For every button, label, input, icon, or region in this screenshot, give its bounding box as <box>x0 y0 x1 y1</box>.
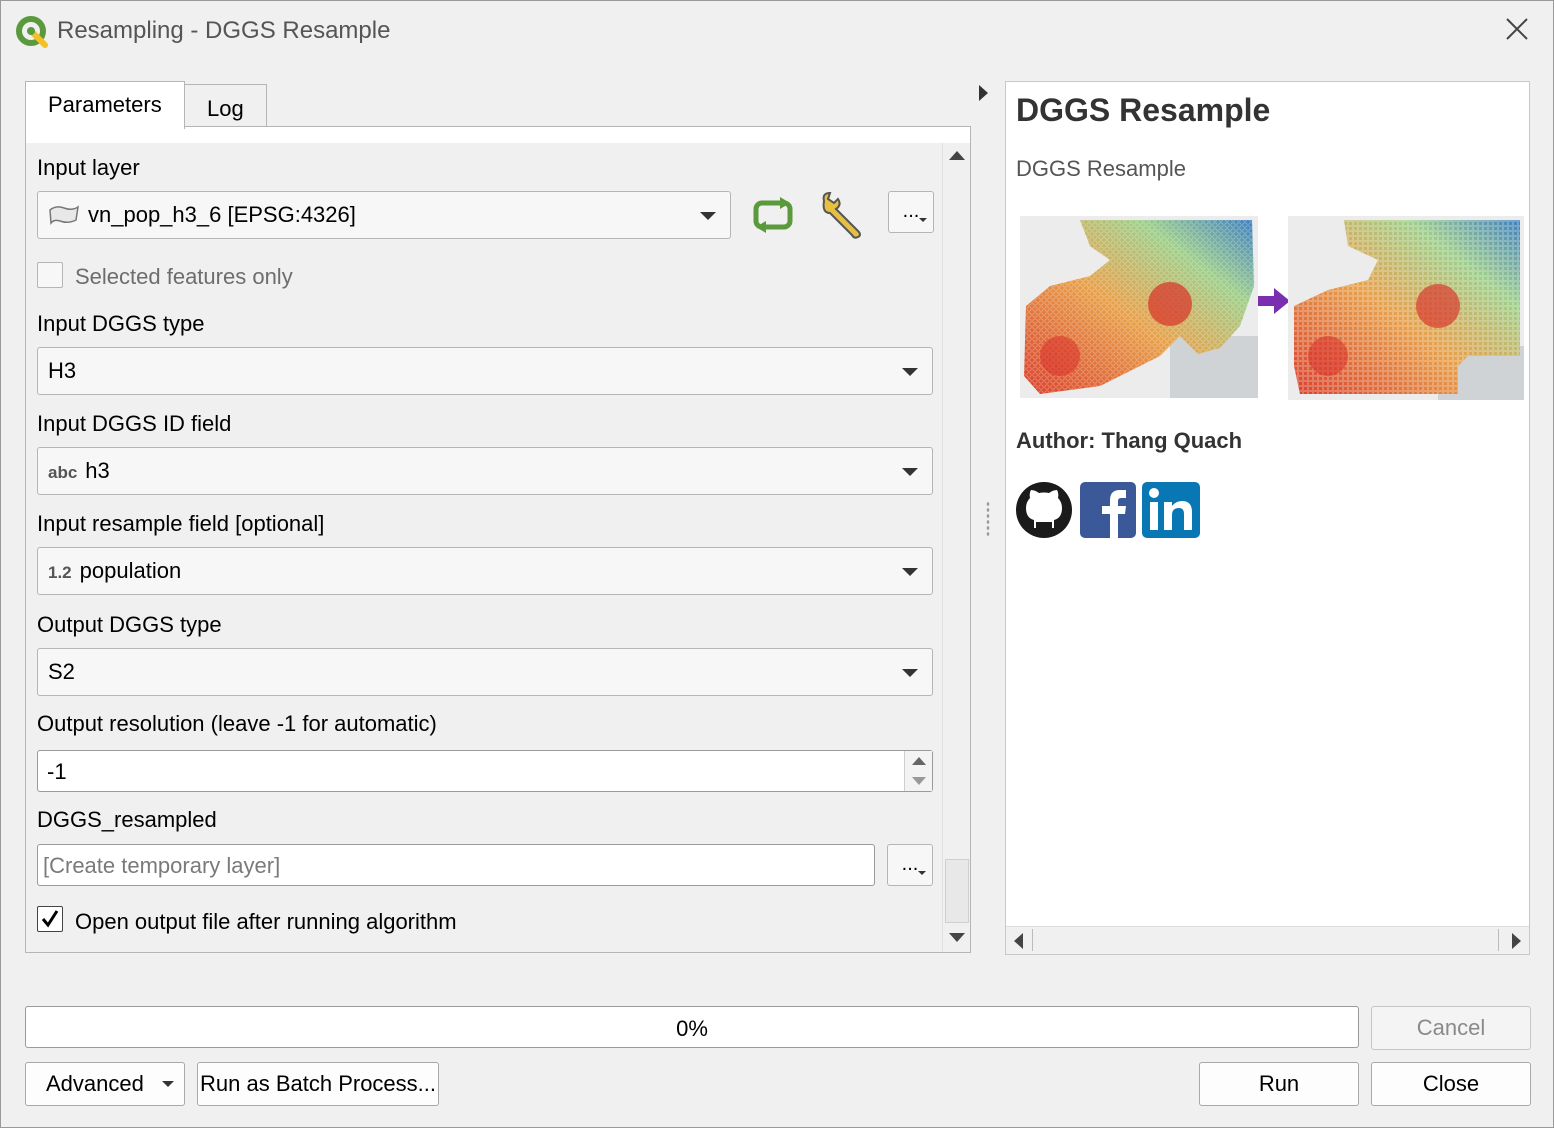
input-dggs-id-field-value: h3 <box>85 458 110 483</box>
text-field-type-icon: abc <box>48 463 78 482</box>
window-title: Resampling - DGGS Resample <box>57 17 391 44</box>
wrench-icon[interactable] <box>818 191 870 241</box>
input-layer-combo[interactable]: vn_pop_h3_6 [EPSG:4326] <box>37 191 731 239</box>
tab-parameters[interactable]: Parameters <box>25 81 185 129</box>
input-resample-field-combo[interactable]: 1.2 population <box>37 547 933 595</box>
parameters-vertical-scrollbar[interactable] <box>942 143 970 952</box>
chevron-down-icon <box>700 212 716 220</box>
advanced-dropdown[interactable] <box>154 1063 184 1105</box>
progress-text: 0% <box>676 1016 708 1041</box>
selected-features-label: Selected features only <box>75 264 293 289</box>
input-resample-field-value: population <box>79 558 182 583</box>
hex-map-after-image <box>1288 216 1524 400</box>
input-resample-field-label: Input resample field [optional] <box>37 511 325 536</box>
run-batch-button[interactable]: Run as Batch Process... <box>197 1062 439 1106</box>
input-dggs-id-field-combo[interactable]: abc h3 <box>37 447 933 495</box>
collapse-help-icon[interactable] <box>979 85 988 101</box>
input-dggs-id-field-value-wrap: abc h3 <box>48 458 110 484</box>
help-horizontal-scrollbar[interactable] <box>1006 926 1529 954</box>
hex-map-before-image <box>1020 216 1258 398</box>
help-subtitle: DGGS Resample <box>1016 156 1186 181</box>
title-bar: Resampling - DGGS Resample <box>1 1 1553 61</box>
chevron-down-icon <box>162 1081 174 1087</box>
close-button-label: Close <box>1422 1071 1480 1096</box>
output-browse-label: ... <box>901 853 919 875</box>
scroll-up-icon[interactable] <box>949 151 965 160</box>
help-author: Author: Thang Quach <box>1016 428 1243 453</box>
output-resolution-value: -1 <box>47 759 67 784</box>
scroll-right-icon[interactable] <box>1512 933 1521 949</box>
progress-bar: 0% <box>25 1006 1359 1048</box>
chevron-down-icon <box>918 871 926 875</box>
cancel-button-label: Cancel <box>1416 1015 1486 1040</box>
numeric-field-type-icon: 1.2 <box>48 563 72 582</box>
open-output-checkbox[interactable] <box>37 906 63 932</box>
polygon-layer-icon <box>49 205 79 226</box>
input-layer-options-button[interactable]: ... <box>888 191 934 233</box>
chevron-down-icon <box>902 669 918 677</box>
spin-down-icon[interactable] <box>912 777 926 785</box>
output-dggs-type-label: Output DGGS type <box>37 612 222 637</box>
input-layer-label: Input layer <box>37 155 140 180</box>
scrollbar-thumb[interactable] <box>945 859 969 923</box>
close-icon[interactable] <box>1503 15 1531 43</box>
dialog-window: Resampling - DGGS Resample Parameters Lo… <box>0 0 1554 1128</box>
output-dggs-type-combo[interactable]: S2 <box>37 648 933 696</box>
chevron-down-icon <box>902 368 918 376</box>
iterate-features-icon[interactable] <box>750 195 796 235</box>
spin-up-icon[interactable] <box>912 757 926 765</box>
run-batch-button-label: Run as Batch Process... <box>200 1071 436 1096</box>
input-resample-field-value-wrap: 1.2 population <box>48 558 181 584</box>
help-panel: DGGS Resample DGGS Resample Author: Than… <box>1005 81 1530 955</box>
output-destination-browse-button[interactable]: ... <box>887 844 933 886</box>
spin-buttons[interactable] <box>904 751 932 791</box>
qgis-logo-icon <box>16 16 48 48</box>
tab-parameters-label: Parameters <box>48 92 162 117</box>
run-button-label: Run <box>1258 1071 1300 1096</box>
advanced-button[interactable]: Advanced <box>25 1062 185 1106</box>
output-resolution-label: Output resolution (leave -1 for automati… <box>37 711 437 736</box>
chevron-down-icon <box>902 468 918 476</box>
chevron-down-icon <box>919 218 927 222</box>
tab-log-label: Log <box>207 96 244 121</box>
open-output-label: Open output file after running algorithm <box>75 909 457 934</box>
input-layer-options-label: ... <box>902 200 920 222</box>
output-destination-placeholder: [Create temporary layer] <box>43 853 281 878</box>
cancel-button[interactable]: Cancel <box>1371 1006 1531 1050</box>
output-dggs-type-value: S2 <box>48 659 75 684</box>
parameters-panel: Input layer vn_pop_h3_6 [EPSG:4326] ... <box>25 126 971 953</box>
linkedin-icon[interactable] <box>1142 482 1200 538</box>
input-dggs-type-combo[interactable]: H3 <box>37 347 933 395</box>
input-layer-value: vn_pop_h3_6 [EPSG:4326] <box>88 202 356 227</box>
facebook-icon[interactable] <box>1080 482 1136 538</box>
run-button[interactable]: Run <box>1199 1062 1359 1106</box>
input-dggs-type-label: Input DGGS type <box>37 311 205 336</box>
checkmark-icon <box>41 910 59 928</box>
output-resolution-spinbox[interactable]: -1 <box>37 750 933 792</box>
input-dggs-type-value: H3 <box>48 358 77 383</box>
scroll-left-icon[interactable] <box>1014 933 1023 949</box>
github-icon[interactable] <box>1014 480 1074 540</box>
splitter-handle[interactable] <box>986 501 990 537</box>
close-button[interactable]: Close <box>1371 1062 1531 1106</box>
arrow-right-icon <box>1258 288 1290 314</box>
selected-features-checkbox[interactable] <box>37 262 63 288</box>
chevron-down-icon <box>902 568 918 576</box>
input-dggs-id-field-label: Input DGGS ID field <box>37 411 232 436</box>
scrollbar-track[interactable] <box>1032 929 1499 951</box>
parameters-scroll-area: Input layer vn_pop_h3_6 [EPSG:4326] ... <box>26 143 942 952</box>
advanced-button-label: Advanced <box>46 1071 144 1096</box>
output-destination-label: DGGS_resampled <box>37 807 217 832</box>
output-destination-input[interactable]: [Create temporary layer] <box>37 844 875 886</box>
tab-log[interactable]: Log <box>184 84 267 127</box>
scroll-down-icon[interactable] <box>949 933 965 942</box>
help-title: DGGS Resample <box>1016 92 1271 128</box>
